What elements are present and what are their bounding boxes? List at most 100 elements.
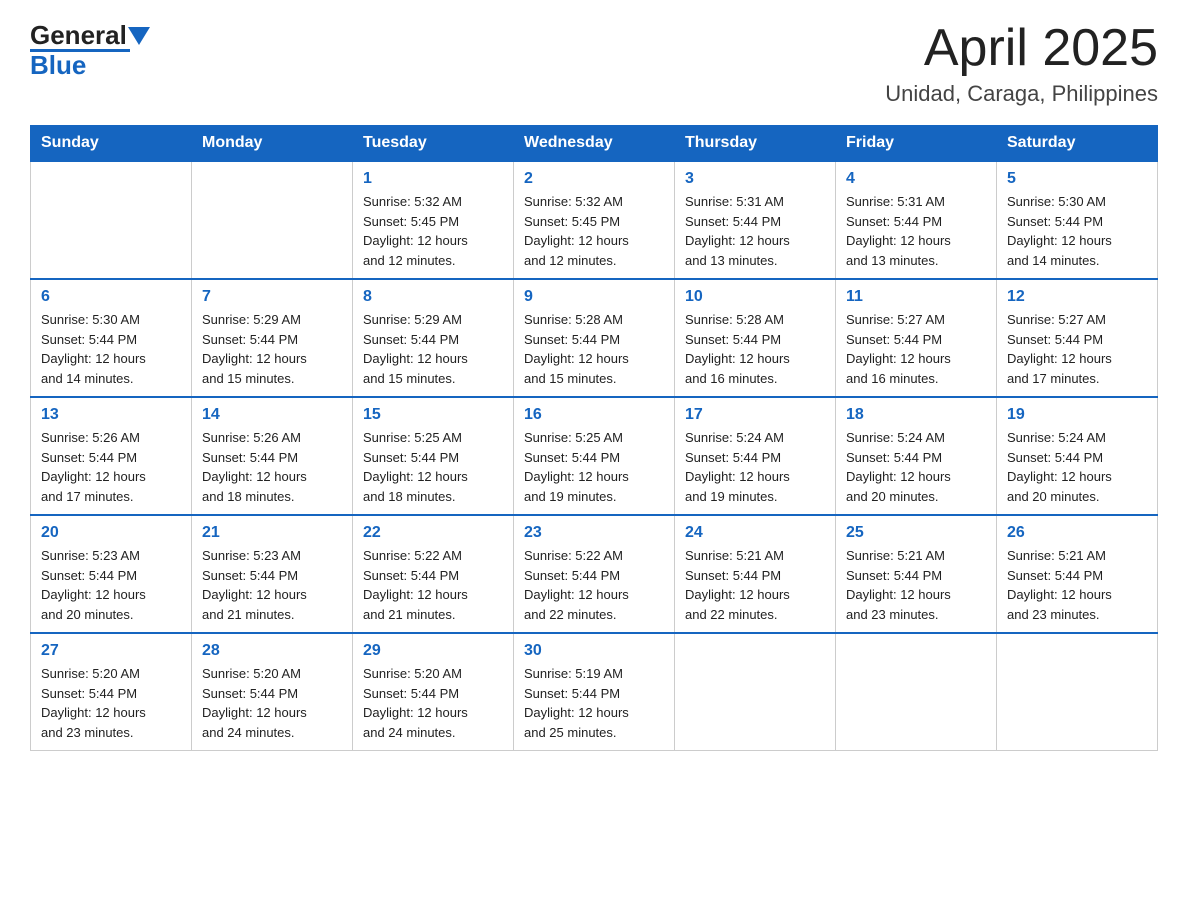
week-row-1: 1 Sunrise: 5:32 AMSunset: 5:45 PMDaylight…	[31, 161, 1158, 279]
calendar-cell	[997, 633, 1158, 751]
calendar-cell: 22Sunrise: 5:22 AMSunset: 5:44 PMDayligh…	[353, 515, 514, 633]
week-row-3: 13 Sunrise: 5:26 AMSunset: 5:44 PMDayligh…	[31, 397, 1158, 515]
day-number: 10	[685, 288, 825, 306]
calendar-cell: 6 Sunrise: 5:30 AMSunset: 5:44 PMDaylight…	[31, 279, 192, 397]
day-number: 2	[524, 170, 664, 188]
calendar-cell: 14 Sunrise: 5:26 AMSunset: 5:44 PMDayligh…	[192, 397, 353, 515]
day-number: 25	[846, 524, 986, 542]
calendar-cell: 21Sunrise: 5:23 AMSunset: 5:44 PMDayligh…	[192, 515, 353, 633]
calendar-cell	[192, 161, 353, 279]
day-number: 11	[846, 288, 986, 306]
calendar-cell: 18Sunrise: 5:24 AMSunset: 5:44 PMDayligh…	[836, 397, 997, 515]
calendar-header-row: SundayMondayTuesdayWednesdayThursdayFrid…	[31, 126, 1158, 162]
calendar-cell: 17Sunrise: 5:24 AMSunset: 5:44 PMDayligh…	[675, 397, 836, 515]
day-number: 1	[363, 170, 503, 188]
day-info: Sunrise: 5:29 AMSunset: 5:44 PMDaylight:…	[202, 310, 342, 388]
day-info: Sunrise: 5:25 AMSunset: 5:44 PMDaylight:…	[524, 428, 664, 506]
column-header-sunday: Sunday	[31, 126, 192, 162]
location-subtitle: Unidad, Caraga, Philippines	[885, 81, 1158, 107]
day-info: Sunrise: 5:19 AMSunset: 5:44 PMDaylight:…	[524, 664, 664, 742]
day-info: Sunrise: 5:22 AMSunset: 5:44 PMDaylight:…	[524, 546, 664, 624]
day-number: 27	[41, 642, 181, 660]
column-header-saturday: Saturday	[997, 126, 1158, 162]
calendar-cell: 8 Sunrise: 5:29 AMSunset: 5:44 PMDaylight…	[353, 279, 514, 397]
month-year-title: April 2025	[885, 20, 1158, 77]
day-info: Sunrise: 5:21 AMSunset: 5:44 PMDaylight:…	[685, 546, 825, 624]
day-info: Sunrise: 5:28 AMSunset: 5:44 PMDaylight:…	[685, 310, 825, 388]
calendar-cell	[675, 633, 836, 751]
calendar-cell: 13 Sunrise: 5:26 AMSunset: 5:44 PMDayligh…	[31, 397, 192, 515]
day-info: Sunrise: 5:32 AMSunset: 5:45 PMDaylight:…	[363, 192, 503, 270]
calendar-cell: 15 Sunrise: 5:25 AMSunset: 5:44 PMDayligh…	[353, 397, 514, 515]
logo-blue-text: Blue	[30, 50, 86, 81]
calendar-cell: 30Sunrise: 5:19 AMSunset: 5:44 PMDayligh…	[514, 633, 675, 751]
day-info: Sunrise: 5:23 AMSunset: 5:44 PMDaylight:…	[202, 546, 342, 624]
calendar-cell: 4 Sunrise: 5:31 AMSunset: 5:44 PMDaylight…	[836, 161, 997, 279]
day-number: 8	[363, 288, 503, 306]
day-info: Sunrise: 5:20 AMSunset: 5:44 PMDaylight:…	[41, 664, 181, 742]
day-info: Sunrise: 5:24 AMSunset: 5:44 PMDaylight:…	[1007, 428, 1147, 506]
calendar-cell: 27 Sunrise: 5:20 AMSunset: 5:44 PMDayligh…	[31, 633, 192, 751]
title-area: April 2025 Unidad, Caraga, Philippines	[885, 20, 1158, 107]
calendar-cell: 11 Sunrise: 5:27 AMSunset: 5:44 PMDayligh…	[836, 279, 997, 397]
calendar-cell: 2Sunrise: 5:32 AMSunset: 5:45 PMDaylight…	[514, 161, 675, 279]
calendar-cell: 7 Sunrise: 5:29 AMSunset: 5:44 PMDaylight…	[192, 279, 353, 397]
calendar-cell: 10 Sunrise: 5:28 AMSunset: 5:44 PMDayligh…	[675, 279, 836, 397]
day-number: 12	[1007, 288, 1147, 306]
calendar-cell: 28 Sunrise: 5:20 AMSunset: 5:44 PMDayligh…	[192, 633, 353, 751]
day-info: Sunrise: 5:23 AMSunset: 5:44 PMDaylight:…	[41, 546, 181, 624]
day-number: 15	[363, 406, 503, 424]
day-number: 3	[685, 170, 825, 188]
day-number: 19	[1007, 406, 1147, 424]
day-info: Sunrise: 5:27 AMSunset: 5:44 PMDaylight:…	[1007, 310, 1147, 388]
calendar-cell: 24 Sunrise: 5:21 AMSunset: 5:44 PMDayligh…	[675, 515, 836, 633]
logo-area: General Blue	[30, 20, 150, 81]
day-number: 24	[685, 524, 825, 542]
calendar-cell: 25 Sunrise: 5:21 AMSunset: 5:44 PMDayligh…	[836, 515, 997, 633]
day-number: 5	[1007, 170, 1147, 188]
calendar-cell	[836, 633, 997, 751]
day-number: 26	[1007, 524, 1147, 542]
day-number: 29	[363, 642, 503, 660]
day-info: Sunrise: 5:26 AMSunset: 5:44 PMDaylight:…	[202, 428, 342, 506]
calendar-cell: 1 Sunrise: 5:32 AMSunset: 5:45 PMDaylight…	[353, 161, 514, 279]
day-info: Sunrise: 5:26 AMSunset: 5:44 PMDaylight:…	[41, 428, 181, 506]
calendar-cell	[31, 161, 192, 279]
day-info: Sunrise: 5:20 AMSunset: 5:44 PMDaylight:…	[202, 664, 342, 742]
day-number: 16	[524, 406, 664, 424]
logo-triangle-icon	[128, 27, 150, 45]
day-info: Sunrise: 5:20 AMSunset: 5:44 PMDaylight:…	[363, 664, 503, 742]
calendar-cell: 29 Sunrise: 5:20 AMSunset: 5:44 PMDayligh…	[353, 633, 514, 751]
day-info: Sunrise: 5:28 AMSunset: 5:44 PMDaylight:…	[524, 310, 664, 388]
day-number: 7	[202, 288, 342, 306]
day-number: 4	[846, 170, 986, 188]
day-info: Sunrise: 5:27 AMSunset: 5:44 PMDaylight:…	[846, 310, 986, 388]
calendar-cell: 3Sunrise: 5:31 AMSunset: 5:44 PMDaylight…	[675, 161, 836, 279]
day-number: 28	[202, 642, 342, 660]
day-info: Sunrise: 5:21 AMSunset: 5:44 PMDaylight:…	[1007, 546, 1147, 624]
column-header-friday: Friday	[836, 126, 997, 162]
day-number: 23	[524, 524, 664, 542]
day-info: Sunrise: 5:21 AMSunset: 5:44 PMDaylight:…	[846, 546, 986, 624]
day-info: Sunrise: 5:22 AMSunset: 5:44 PMDaylight:…	[363, 546, 503, 624]
day-info: Sunrise: 5:30 AMSunset: 5:44 PMDaylight:…	[1007, 192, 1147, 270]
calendar-cell: 20 Sunrise: 5:23 AMSunset: 5:44 PMDayligh…	[31, 515, 192, 633]
day-number: 20	[41, 524, 181, 542]
day-info: Sunrise: 5:31 AMSunset: 5:44 PMDaylight:…	[846, 192, 986, 270]
calendar-cell: 9 Sunrise: 5:28 AMSunset: 5:44 PMDaylight…	[514, 279, 675, 397]
calendar-cell: 23 Sunrise: 5:22 AMSunset: 5:44 PMDayligh…	[514, 515, 675, 633]
day-number: 18	[846, 406, 986, 424]
column-header-wednesday: Wednesday	[514, 126, 675, 162]
calendar-cell: 19 Sunrise: 5:24 AMSunset: 5:44 PMDayligh…	[997, 397, 1158, 515]
day-info: Sunrise: 5:29 AMSunset: 5:44 PMDaylight:…	[363, 310, 503, 388]
day-info: Sunrise: 5:30 AMSunset: 5:44 PMDaylight:…	[41, 310, 181, 388]
day-info: Sunrise: 5:25 AMSunset: 5:44 PMDaylight:…	[363, 428, 503, 506]
calendar-cell: 5 Sunrise: 5:30 AMSunset: 5:44 PMDaylight…	[997, 161, 1158, 279]
day-number: 14	[202, 406, 342, 424]
day-info: Sunrise: 5:24 AMSunset: 5:44 PMDaylight:…	[685, 428, 825, 506]
column-header-monday: Monday	[192, 126, 353, 162]
day-number: 13	[41, 406, 181, 424]
day-number: 9	[524, 288, 664, 306]
day-number: 6	[41, 288, 181, 306]
calendar-table: SundayMondayTuesdayWednesdayThursdayFrid…	[30, 125, 1158, 751]
